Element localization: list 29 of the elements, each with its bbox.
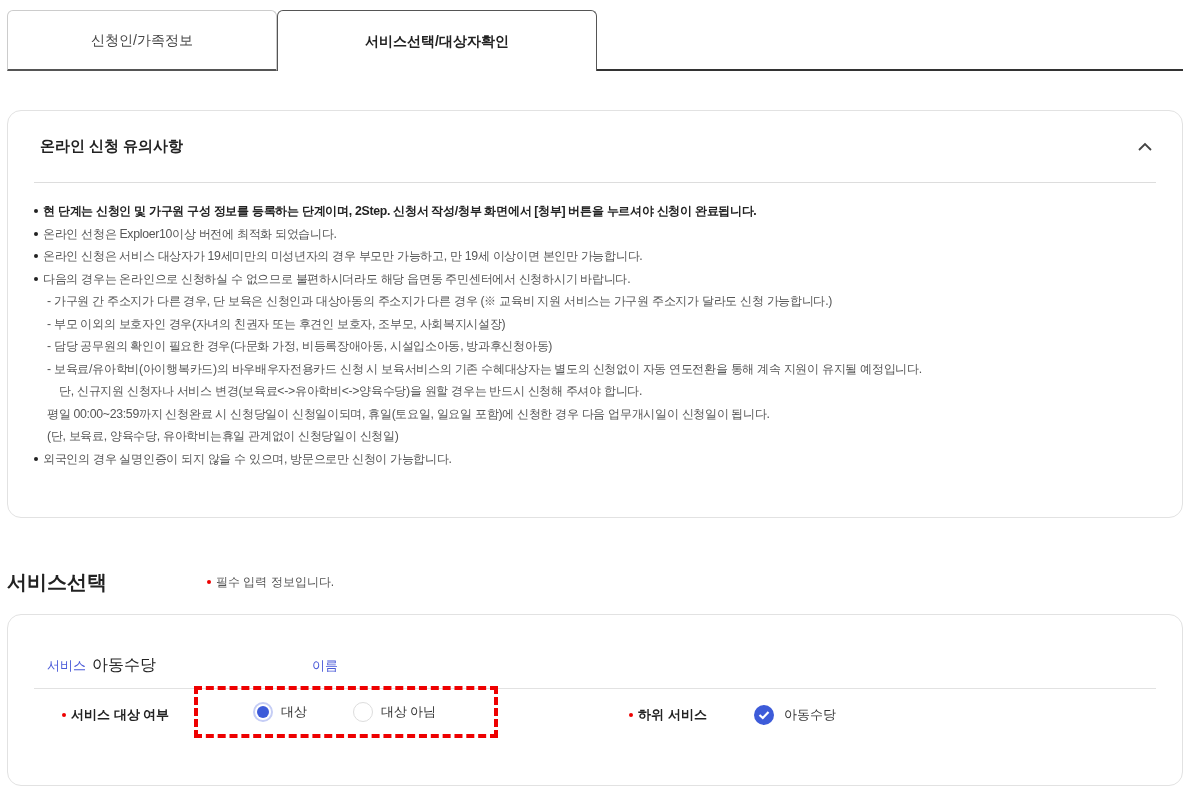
- notice-text: 다음의 경우는 온라인으로 신청하실 수 없으므로 불편하시더라도 해당 읍면동 주민센터에서 신청하시기 바랍니다.: [43, 270, 631, 288]
- notice-text: - 담당 공무원의 확인이 필요한 경우(다문화 가정, 비등록장애아동, 시설입소아동, 방과후신청아동): [47, 338, 553, 355]
- notice-text: 외국인의 경우 실명인증이 되지 않을 수 있으며, 방문으로만 신청이 가능합니다.: [43, 450, 452, 468]
- notice-text: - 보육료/유아학비(아이행복카드)의 바우배우자전용카드 신청 시 보육서비스의 기존 수혜대상자는 별도의 신청없이 자동 연도전환을 통해 계속 지원이 유지될 예정입니다.: [47, 360, 922, 378]
- radio-button[interactable]: [253, 702, 273, 722]
- field-label: 서비스 대상 여부: [71, 706, 170, 725]
- service-label: 서비스: [47, 656, 86, 675]
- notice-text: - 부모 이외의 보호자인 경우(자녀의 친권자 또는 후견인 보호자, 조부모, 사회복지시설장): [47, 315, 506, 333]
- checkbox-label[interactable]: 아동수당: [784, 705, 836, 725]
- radio-button[interactable]: [353, 702, 373, 722]
- radio-label[interactable]: 대상: [281, 702, 307, 722]
- notice-text: - 가구원 간 주소지가 다른 경우, 단 보육은 신청인과 대상아동의 주소지가 다른 경우 (※ 교육비 지원 서비스는 가구원 주소지가 달라도 신청 가능합니다.): [47, 293, 833, 310]
- chevron-up-icon[interactable]: [1137, 141, 1153, 152]
- tab[interactable]: 서비스선택/대상자확인: [277, 10, 597, 71]
- notice-text: (단, 보육료, 양육수당, 유아학비는휴일 관계없이 신청당일이 신청일): [47, 428, 399, 445]
- name-label: 이름: [312, 656, 338, 675]
- notice-text: 온라인 신청은 서비스 대상자가 19세미만의 미성년자의 경우 부모만 가능하고, 만 19세 이상이면 본인만 가능합니다.: [43, 248, 643, 265]
- notice-text: 온라인 선청은 Exploer10이상 버전에 최적화 되었습니다.: [43, 225, 337, 243]
- notice-text: 현 단계는 신청인 및 가구원 구성 정보를 등록하는 단계이며, 2Step. 신청서 작성/청부 화면에서 [청부] 버튼을 누르셔야 신청이 완료됩니다.: [43, 203, 757, 220]
- notice-text: 단, 신규지원 신청자나 서비스 변경(보육료<->유아학비<->양육수당)을 원할 경우는 반드시 신청해 주셔야 합니다.: [59, 383, 643, 400]
- section-title: 서비스선택: [7, 570, 108, 595]
- radio-label[interactable]: 대상 아님: [381, 702, 437, 722]
- required-note: 필수 입력 정보입니다.: [216, 574, 334, 591]
- service-name: 아동수당: [92, 655, 157, 675]
- notice-text: 평일 00:00~23:59까지 신청완료 시 신청당일이 신청일이되며, 휴일(토요일, 일요일 포함)에 신청한 경우 다음 업무개시일이 신청일이 됩니다.: [47, 405, 770, 423]
- tab[interactable]: 신청인/가족정보: [7, 10, 277, 71]
- checkbox[interactable]: [754, 705, 774, 725]
- notice-title: 온라인 신청 유의사항: [39, 136, 184, 157]
- field-label: 하위 서비스: [638, 706, 707, 725]
